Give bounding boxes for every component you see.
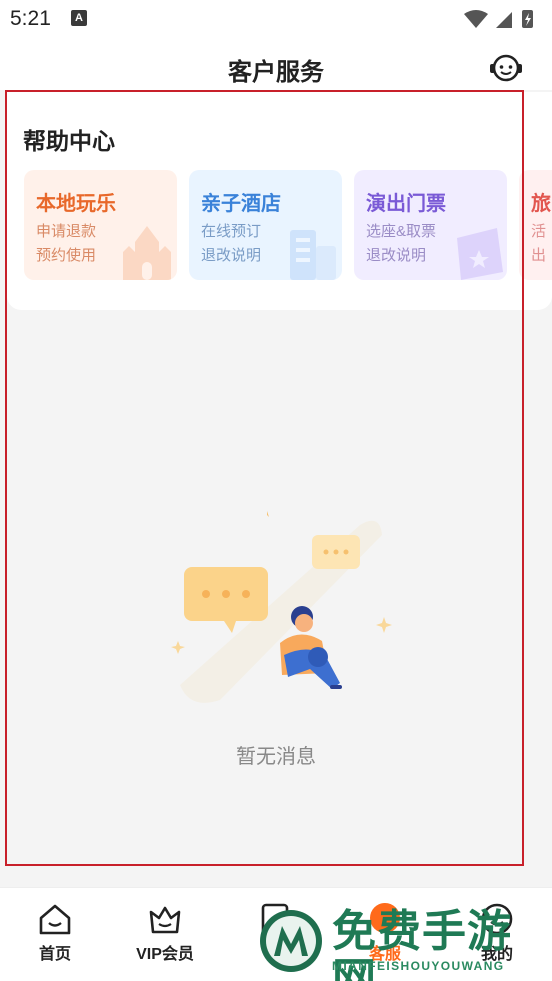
status-bar: 5:21 A [0,0,552,38]
system-status-icons [464,10,533,28]
help-card-show-tickets[interactable]: 演出门票 选座&取票 退改说明 [354,170,507,280]
status-time: 5:21 [10,7,51,30]
help-center-title: 帮助中心 [23,128,115,154]
help-card-line: 预约使用 [36,247,97,264]
help-center: 帮助中心 本地玩乐 申请退款 预约使用 亲子酒店 在线预订 退改说明 演出门票 … [7,92,552,310]
help-card-line: 活 [531,223,547,240]
tab-label: 首页 [38,946,71,963]
help-card-title: 旅 [531,193,551,215]
help-card-line: 出 [531,247,547,264]
castle-icon [123,226,171,280]
watermark-logo [260,910,322,972]
home-icon [39,904,71,935]
hotel-building-icon [290,230,336,280]
help-card-family-hotel[interactable]: 亲子酒店 在线预订 退改说明 [189,170,342,280]
tab-home[interactable]: 首页 [0,902,110,972]
help-card-title: 本地玩乐 [36,193,116,215]
help-card-travel[interactable]: 旅 活 出 [519,170,552,280]
help-card-line: 申请退款 [36,223,97,240]
empty-state-text: 暂无消息 [236,746,316,768]
crown-icon [149,906,181,934]
tab-label: VIP会员 [136,946,194,963]
help-card-line: 在线预订 [201,223,262,240]
watermark-subtitle: MIANFEISHOUYOUWANG [332,959,505,973]
page-header: 客户服务 [0,38,552,90]
notification-a-icon: A [71,10,87,26]
ticket-star-icon [457,228,503,280]
signal-icon [496,12,512,28]
help-card-title: 亲子酒店 [201,193,281,215]
help-card-line: 退改说明 [366,247,427,264]
help-card-line: 退改说明 [201,247,262,264]
customer-service-icon[interactable] [489,51,523,85]
help-card-local-fun[interactable]: 本地玩乐 申请退款 预约使用 [24,170,177,280]
tab-vip[interactable]: VIP会员 [110,902,220,972]
page-title: 客户服务 [228,59,324,86]
empty-messages-illustration [171,511,392,703]
help-card-title: 演出门票 [366,193,446,215]
wifi-icon [464,10,488,28]
help-card-line: 选座&取票 [366,223,437,240]
